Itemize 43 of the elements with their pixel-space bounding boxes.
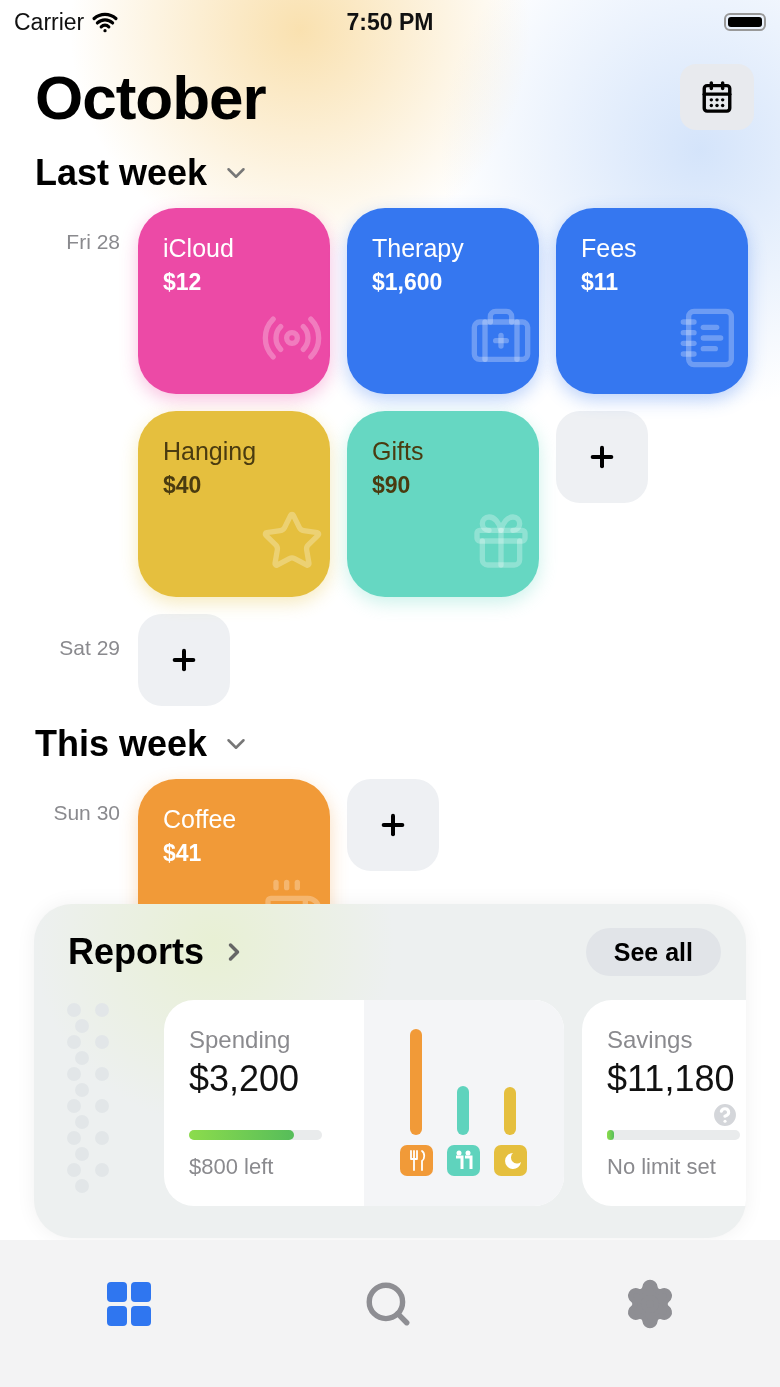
section-header[interactable]: This week bbox=[0, 723, 252, 765]
expense-tile[interactable]: Gifts $90 bbox=[347, 411, 539, 597]
grid-icon[interactable] bbox=[107, 1281, 151, 1326]
chart-bar bbox=[504, 1087, 516, 1135]
expense-amount: $41 bbox=[163, 840, 203, 867]
calendar-button[interactable] bbox=[680, 64, 754, 130]
see-all-button[interactable]: See all bbox=[585, 928, 721, 976]
chart-bar bbox=[457, 1086, 469, 1135]
card-caption: No limit set bbox=[607, 1154, 717, 1180]
moon-icon bbox=[494, 1145, 527, 1176]
expense-name: Therapy bbox=[372, 234, 465, 263]
expense-amount: $1,600 bbox=[372, 269, 444, 296]
expense-name: iCloud bbox=[163, 234, 235, 263]
section-header[interactable]: Last week bbox=[0, 152, 252, 194]
day-label: Sun 30 bbox=[52, 800, 120, 826]
reports-title[interactable]: Reports bbox=[68, 931, 249, 973]
card-label: Spending bbox=[189, 1026, 292, 1054]
expense-name: Gifts bbox=[372, 437, 425, 466]
battery-icon bbox=[724, 13, 766, 31]
card-label: Savings bbox=[607, 1026, 694, 1054]
people-icon bbox=[447, 1145, 480, 1176]
card-caption: $800 left bbox=[189, 1154, 275, 1180]
month-title: October bbox=[35, 61, 266, 133]
card-amount: $11,180 bbox=[607, 1058, 736, 1100]
fork-knife-icon bbox=[400, 1145, 433, 1176]
expense-amount: $40 bbox=[163, 472, 203, 499]
savings-card[interactable]: Savings $11,180 No limit set bbox=[582, 1000, 746, 1206]
expense-tile[interactable]: Hanging $40 bbox=[138, 411, 330, 597]
expense-name: Hanging bbox=[163, 437, 258, 466]
carrier-name: Carrier bbox=[14, 8, 85, 36]
calendar-icon bbox=[700, 80, 734, 114]
spending-card[interactable]: Spending $3,200 $800 left bbox=[164, 1000, 564, 1206]
day-label: Fri 28 bbox=[65, 229, 120, 255]
card-amount: $3,200 bbox=[189, 1058, 301, 1100]
expense-tile[interactable]: Therapy $1,600 bbox=[347, 208, 539, 394]
expense-amount: $11 bbox=[581, 269, 620, 296]
expense-amount: $12 bbox=[163, 269, 203, 296]
expense-name: Fees bbox=[581, 234, 638, 263]
day-label: Sat 29 bbox=[58, 635, 120, 661]
expense-amount: $90 bbox=[372, 472, 412, 499]
expense-tile[interactable]: Fees $11 bbox=[556, 208, 748, 394]
clock: 7:50 PM bbox=[346, 8, 434, 36]
expense-name: Coffee bbox=[163, 805, 238, 834]
